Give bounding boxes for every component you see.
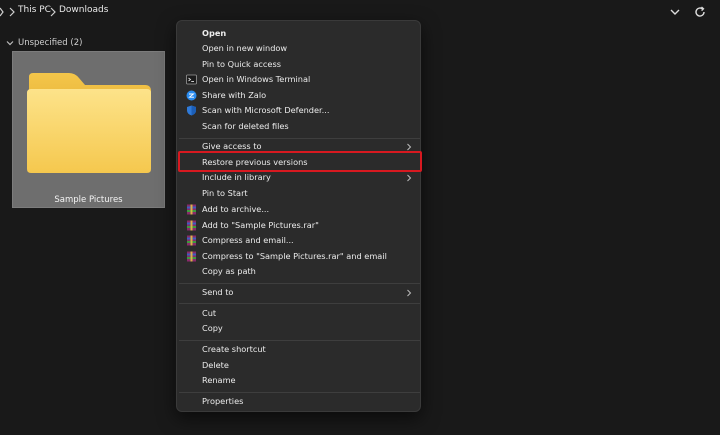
menu-item-scan-defender[interactable]: Scan with Microsoft Defender...: [179, 103, 420, 119]
menu-item-pin-start[interactable]: Pin to Start: [179, 186, 420, 202]
menu-item-label: Include in library: [202, 172, 271, 182]
winrar-icon: [187, 235, 196, 246]
menu-item-open[interactable]: Open: [179, 26, 420, 42]
menu-item-label: Compress to "Sample Pictures.rar" and em…: [202, 251, 387, 261]
file-explorer-window: This PC Downloads Unspecified (2) Sample…: [0, 0, 720, 435]
chevron-right-icon: [0, 7, 4, 17]
shield-icon: [187, 105, 196, 116]
winrar-icon: [187, 204, 196, 215]
menu-divider: [179, 303, 420, 304]
menu-item-scan-deleted[interactable]: Scan for deleted files: [179, 119, 420, 135]
menu-item-label: Pin to Start: [202, 188, 248, 198]
breadcrumb-this-pc[interactable]: This PC: [18, 5, 51, 15]
winrar-icon: [187, 251, 196, 262]
menu-item-label: Compress and email...: [202, 235, 294, 245]
refresh-icon[interactable]: [692, 4, 708, 20]
chevron-right-icon: [407, 143, 412, 151]
menu-item-label: Add to archive...: [202, 204, 270, 214]
menu-item-label: Create shortcut: [202, 344, 266, 354]
terminal-icon: [186, 74, 197, 85]
menu-item-label: Add to "Sample Pictures.rar": [202, 220, 319, 230]
zalo-icon: [186, 90, 197, 101]
menu-item-cut[interactable]: Cut: [179, 306, 420, 322]
menu-item-label: Properties: [202, 396, 244, 406]
menu-item-rename[interactable]: Rename: [179, 373, 420, 389]
menu-item-label: Copy as path: [202, 266, 256, 276]
menu-item-delete[interactable]: Delete: [179, 358, 420, 374]
menu-item-label: Cut: [202, 308, 217, 318]
chevron-right-icon: [9, 7, 15, 17]
group-header-label: Unspecified (2): [18, 38, 83, 48]
menu-item-label: Open in Windows Terminal: [202, 74, 311, 84]
menu-item-properties[interactable]: Properties: [179, 394, 420, 410]
menu-item-label: Scan with Microsoft Defender...: [202, 105, 330, 115]
menu-item-include-library[interactable]: Include in library: [179, 170, 420, 186]
menu-item-label: Rename: [202, 375, 236, 385]
menu-divider: [179, 283, 420, 284]
menu-divider: [179, 392, 420, 393]
folder-icon: [27, 73, 151, 173]
menu-item-label: Pin to Quick access: [202, 59, 281, 69]
folder-name-label: Sample Pictures: [54, 195, 123, 205]
menu-item-label: Share with Zalo: [202, 90, 267, 100]
menu-item-label: Open in new window: [202, 43, 288, 53]
breadcrumb-downloads[interactable]: Downloads: [59, 5, 108, 15]
chevron-right-icon: [407, 289, 412, 297]
menu-item-label: Copy: [202, 323, 223, 333]
group-header[interactable]: Unspecified (2): [5, 36, 82, 50]
chevron-down-icon: [6, 41, 14, 46]
menu-item-label: Give access to: [202, 141, 262, 151]
menu-item-copy[interactable]: Copy: [179, 321, 420, 337]
context-menu: Open Open in new window Pin to Quick acc…: [176, 20, 421, 412]
menu-item-pin-quick-access[interactable]: Pin to Quick access: [179, 57, 420, 73]
menu-item-open-terminal[interactable]: Open in Windows Terminal: [179, 72, 420, 88]
menu-item-compress-rar-email[interactable]: Compress to "Sample Pictures.rar" and em…: [179, 249, 420, 265]
menu-item-label: Send to: [202, 287, 234, 297]
menu-item-share-zalo[interactable]: Share with Zalo: [179, 88, 420, 104]
chevron-right-icon: [407, 174, 412, 182]
highlight-box: [178, 151, 422, 172]
menu-item-add-rar[interactable]: Add to "Sample Pictures.rar": [179, 218, 420, 234]
chevron-right-icon: [50, 7, 56, 17]
menu-item-label: Scan for deleted files: [202, 121, 289, 131]
folder-item-sample-pictures[interactable]: Sample Pictures: [12, 51, 165, 208]
menu-item-compress-email[interactable]: Compress and email...: [179, 233, 420, 249]
menu-item-copy-path[interactable]: Copy as path: [179, 264, 420, 280]
winrar-icon: [187, 220, 196, 231]
chevron-down-icon[interactable]: [667, 4, 683, 20]
menu-item-label: Delete: [202, 360, 229, 370]
menu-item-send-to[interactable]: Send to: [179, 285, 420, 301]
menu-item-open-new-window[interactable]: Open in new window: [179, 41, 420, 57]
menu-divider: [179, 340, 420, 341]
menu-item-add-archive[interactable]: Add to archive...: [179, 202, 420, 218]
menu-item-create-shortcut[interactable]: Create shortcut: [179, 342, 420, 358]
menu-item-label: Open: [202, 28, 227, 38]
